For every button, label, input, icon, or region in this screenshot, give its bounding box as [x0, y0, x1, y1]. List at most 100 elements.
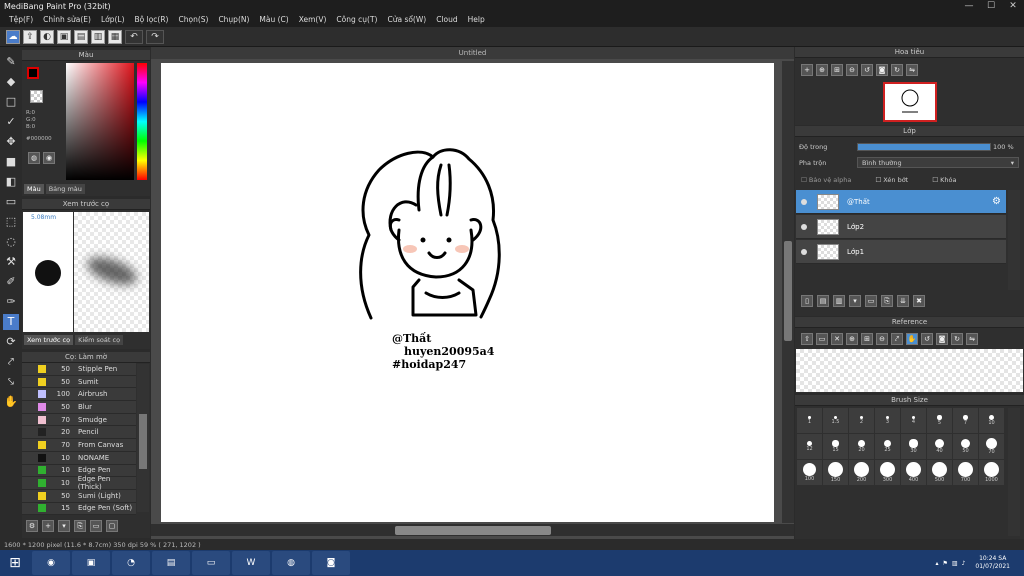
cloud-icon[interactable]: ☁	[6, 29, 20, 44]
brush-folder-icon[interactable]: ▭	[90, 520, 102, 532]
new-layer-icon[interactable]: ▯	[801, 295, 813, 307]
open-folder-icon[interactable]: ▭	[816, 333, 828, 345]
clock[interactable]: 10:24 SA 01/07/2021	[975, 555, 1010, 571]
paint-icon[interactable]: ◔	[112, 551, 150, 575]
brush-size-cell[interactable]: 100	[797, 460, 822, 485]
network-app-icon[interactable]: ▤	[152, 551, 190, 575]
zoom-out-icon[interactable]: ⊖	[846, 64, 858, 76]
undo-icon[interactable]: ↶	[125, 29, 143, 44]
brush-size-scrollbar[interactable]	[1008, 408, 1020, 536]
brush-list-item[interactable]: 100 Airbrush	[22, 388, 136, 402]
medibang-icon[interactable]: ▣	[72, 551, 110, 575]
explorer-icon[interactable]: ▭	[192, 551, 230, 575]
menu-file[interactable]: Tệp(F)	[4, 13, 38, 27]
brush-size-cell[interactable]: 50	[953, 434, 978, 459]
tab-brush-control[interactable]: Kiểm soát cọ	[75, 335, 124, 345]
brush-list-item[interactable]: 20 Pencil	[22, 426, 136, 440]
upload-icon[interactable]: ⇧	[801, 333, 813, 345]
pen-tool-icon[interactable]: ✓	[3, 114, 19, 130]
brush-size-cell[interactable]: 30	[901, 434, 926, 459]
brush-dropdown-icon[interactable]: ▾	[58, 520, 70, 532]
brush-size-cell[interactable]: 1000	[979, 460, 1004, 485]
operation-tool-icon[interactable]: ⟳	[3, 334, 19, 350]
eye-icon[interactable]	[801, 198, 807, 205]
menu-color[interactable]: Màu (C)	[254, 13, 293, 27]
zoom-in-icon[interactable]: +	[801, 64, 813, 76]
brush-size-cell[interactable]: 12	[797, 434, 822, 459]
lock-checkbox[interactable]: ☐ Khóa	[932, 176, 956, 184]
brush-size-cell[interactable]: 10	[979, 408, 1004, 433]
new-8bit-layer-icon[interactable]: ▥	[833, 295, 845, 307]
horizontal-scrollbar[interactable]	[151, 524, 794, 536]
reference-view[interactable]	[796, 349, 1023, 392]
menu-tools[interactable]: Công cụ(T)	[331, 13, 382, 27]
brush-size-cell[interactable]: 5	[927, 408, 952, 433]
rotate-right-icon[interactable]: ↻	[891, 64, 903, 76]
rotate-left-icon[interactable]: ↺	[861, 64, 873, 76]
magic-wand-icon[interactable]: ⚒	[3, 254, 19, 270]
gear-icon[interactable]: ⚙	[992, 196, 1001, 207]
opacity-slider[interactable]	[857, 143, 991, 151]
fill-rect-tool-icon[interactable]: ■	[3, 154, 19, 170]
brush-size-cell[interactable]: 70	[979, 434, 1004, 459]
ref-zoom-in-icon[interactable]: ⊕	[846, 333, 858, 345]
vertical-scroll-thumb[interactable]	[784, 241, 792, 341]
minimize-button[interactable]: —	[958, 0, 980, 13]
gallery-icon[interactable]: ▣	[57, 29, 71, 44]
layer-folder-icon[interactable]: ▭	[865, 295, 877, 307]
frame-icon[interactable]: ▥	[91, 29, 105, 44]
saturation-value-picker[interactable]	[66, 63, 134, 180]
volume-icon[interactable]: ♪	[962, 560, 966, 567]
maximize-button[interactable]: ☐	[980, 0, 1002, 13]
select-pen-icon[interactable]: ✐	[3, 274, 19, 290]
rect-tool-icon[interactable]: □	[3, 94, 19, 110]
eye-icon[interactable]	[801, 248, 807, 255]
eraser-tool-icon[interactable]: ◆	[3, 74, 19, 90]
brush-size-cell[interactable]: 7	[953, 408, 978, 433]
windows-start-icon[interactable]: ⊞	[0, 551, 30, 575]
eye-icon[interactable]	[801, 223, 807, 230]
network-icon[interactable]: ▥	[952, 560, 958, 567]
flip-icon[interactable]: ⇋	[906, 64, 918, 76]
brush-list-item[interactable]: 50 Stipple Pen	[22, 363, 136, 376]
brush-size-cell[interactable]: 200	[849, 460, 874, 485]
palette-icon[interactable]: ◍	[28, 152, 40, 164]
brush-size-cell[interactable]: 2	[849, 408, 874, 433]
brush-list-scroll-thumb[interactable]	[139, 414, 147, 469]
brush-list-item[interactable]: 50 Sumit	[22, 375, 136, 389]
delete-layer-icon[interactable]: ✖	[913, 295, 925, 307]
dropper-icon[interactable]: ⤥	[3, 374, 19, 390]
navigator-thumbnail[interactable]	[883, 82, 937, 122]
ref-rotate-left-icon[interactable]: ↺	[921, 333, 933, 345]
brush-add-icon[interactable]: +	[42, 520, 54, 532]
hand-tool-icon[interactable]: ✋	[3, 394, 19, 410]
lasso-tool-icon[interactable]: ◌	[3, 234, 19, 250]
comment-icon[interactable]: ◐	[40, 29, 54, 44]
brush-copy-icon[interactable]: ⎘	[74, 520, 86, 532]
brush-tool-icon[interactable]: ✎	[3, 54, 19, 70]
chrome-icon[interactable]: ◉	[32, 551, 70, 575]
zoom-search-icon[interactable]: ⊕	[816, 64, 828, 76]
vertical-scrollbar[interactable]	[782, 61, 794, 523]
close-reference-icon[interactable]: ✕	[831, 333, 843, 345]
select-tool-icon[interactable]: ⬚	[3, 214, 19, 230]
brush-size-cell[interactable]: 1	[797, 408, 822, 433]
brush-list-item[interactable]: 15 Edge Pen (Soft)	[22, 502, 136, 516]
tray-arrow-icon[interactable]: ▴	[935, 560, 938, 567]
brush-size-cell[interactable]: 15	[823, 434, 848, 459]
brush-list-item[interactable]: 10 NONAME	[22, 451, 136, 465]
background-swatch[interactable]	[30, 90, 43, 103]
menu-select[interactable]: Chọn(S)	[173, 13, 213, 27]
brush-settings-icon[interactable]: ⚙	[26, 520, 38, 532]
menu-snap[interactable]: Chụp(N)	[213, 13, 254, 27]
select-eraser-icon[interactable]: ✑	[3, 294, 19, 310]
brush-size-cell[interactable]: 150	[823, 460, 848, 485]
grid-icon[interactable]: ▤	[74, 29, 88, 44]
ref-flip-icon[interactable]: ⇋	[966, 333, 978, 345]
hue-slider[interactable]	[137, 63, 147, 180]
layer-scrollbar[interactable]	[1008, 190, 1020, 290]
brush-size-cell[interactable]: 40	[927, 434, 952, 459]
brush-size-cell[interactable]: 400	[901, 460, 926, 485]
eyedropper-icon[interactable]: ⤤	[3, 354, 19, 370]
menu-edit[interactable]: Chỉnh sửa(E)	[38, 13, 96, 27]
